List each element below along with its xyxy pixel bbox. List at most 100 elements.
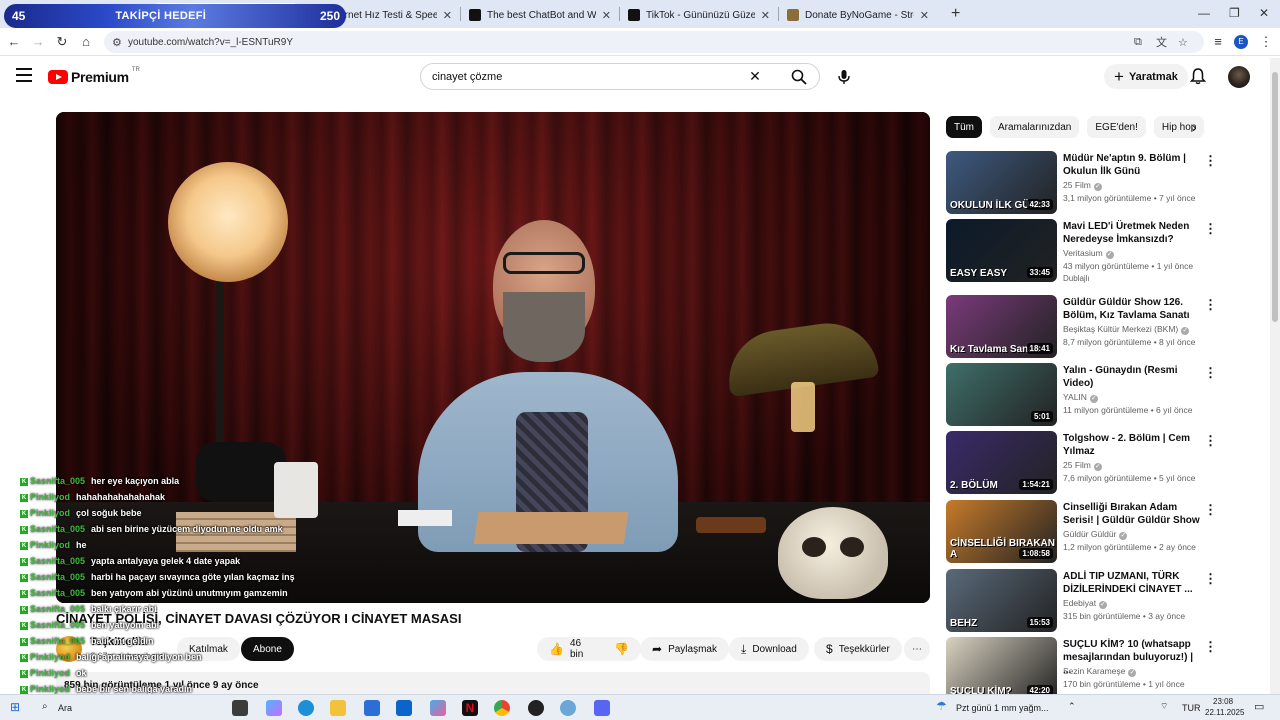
like-count[interactable]: 46 bin — [570, 638, 596, 660]
video-thumbnail[interactable]: OKULUN İLK GÜNÜ 42:33 — [946, 151, 1057, 214]
like-icon[interactable]: 👍 — [549, 642, 564, 656]
tray-chevron-icon[interactable]: ⌃ — [1068, 701, 1076, 712]
video-player[interactable] — [56, 112, 930, 603]
channel-name[interactable]: TeşkiKolik — [90, 636, 144, 648]
recommended-channel[interactable]: 25 Film ✓ — [1063, 460, 1102, 471]
more-vertical-icon[interactable]: ⋮ — [1204, 297, 1217, 313]
minimize-icon[interactable]: — — [1198, 6, 1210, 20]
home-icon[interactable]: ⌂ — [74, 34, 98, 49]
recommended-channel[interactable]: YALIN ✓ — [1063, 392, 1098, 403]
video-thumbnail[interactable]: SUÇLU KİM? 42:20 — [946, 637, 1057, 700]
video-thumbnail[interactable]: EASY EASY 33:45 — [946, 219, 1057, 282]
obs-icon[interactable] — [528, 700, 544, 716]
recommended-channel[interactable]: Edebiyat ✓ — [1063, 598, 1108, 609]
weather-icon[interactable]: ☂ — [936, 699, 947, 713]
recommended-channel[interactable]: Veritasium ✓ — [1063, 248, 1114, 259]
filter-chip[interactable]: EGE'den! — [1087, 116, 1146, 138]
browser-tab[interactable]: The best ChatBot and Widgets✕ — [461, 3, 619, 27]
recommended-title[interactable]: Yalın - Günaydın (Resmi Video) — [1063, 364, 1203, 390]
discord-icon[interactable] — [594, 700, 610, 716]
video-thumbnail[interactable]: 2. BÖLÜM 1:54:21 — [946, 431, 1057, 494]
more-vertical-icon[interactable]: ⋮ — [1204, 221, 1217, 237]
site-info-icon[interactable]: ⚙ — [112, 36, 122, 49]
download-button[interactable]: ⤓ Download — [729, 637, 809, 661]
taskbar-search-icon[interactable]: ⌕ — [42, 701, 48, 712]
clear-search-icon[interactable]: ✕ — [745, 68, 765, 85]
browser-tab[interactable]: Donate ByNoGame - Streamer✕ — [779, 3, 937, 27]
recommended-title[interactable]: Cinselliği Bırakan Adam Serisi! | Güldür… — [1063, 501, 1203, 527]
recommended-video[interactable]: Kız Tavlama Sanatı 18:41 Güldür Güldür Sho… — [946, 295, 1266, 359]
youtube-premium-logo[interactable]: Premium TR — [48, 67, 140, 85]
recommended-video[interactable]: OKULUN İLK GÜNÜ 42:33 Müdür Ne'aptın 9. Bö… — [946, 151, 1266, 215]
notifications-bell-icon[interactable] — [1190, 67, 1206, 85]
tab-close-icon[interactable]: ✕ — [755, 9, 770, 22]
filter-chip[interactable]: Tüm — [946, 116, 982, 138]
more-vertical-icon[interactable]: ⋮ — [1204, 502, 1217, 518]
clock-time[interactable]: 23:08 — [1213, 697, 1233, 706]
tray-network-icon[interactable]: ⌔ — [1160, 701, 1168, 712]
weather-text[interactable]: Pzt günü 1 mm yağm... — [956, 703, 1049, 713]
new-tab-button[interactable]: + — [951, 5, 960, 23]
notifications-icon[interactable]: ▭ — [1254, 700, 1264, 713]
create-button[interactable]: + Yaratmak — [1104, 64, 1188, 89]
close-window-icon[interactable]: ✕ — [1259, 6, 1269, 20]
join-button[interactable]: Katılmak — [177, 637, 240, 661]
taskbar-search-label[interactable]: Ara — [58, 703, 72, 713]
back-icon[interactable]: ← — [2, 34, 26, 49]
recommended-title[interactable]: Güldür Güldür Show 126. Bölüm, Kız Tavla… — [1063, 296, 1203, 322]
recommended-video[interactable]: 2. BÖLÜM 1:54:21 Tolgshow - 2. Bölüm | Cem… — [946, 431, 1266, 495]
tab-close-icon[interactable]: ✕ — [437, 9, 452, 22]
video-thumbnail[interactable]: BEHZ 15:53 — [946, 569, 1057, 632]
search-button[interactable] — [777, 64, 819, 89]
thanks-button[interactable]: $ Teşekkürler — [814, 637, 902, 661]
recommended-video[interactable]: SUÇLU KİM? 42:20 SUÇLU KİM? 10 (whatsapp m… — [946, 637, 1266, 701]
profile-avatar[interactable]: E — [1234, 35, 1248, 49]
install-icon[interactable]: ⧉ — [1134, 36, 1142, 49]
tab-close-icon[interactable]: ✕ — [596, 9, 611, 22]
url-input[interactable]: ⚙ youtube.com/watch?v=_l-ESNTuR9Y ⧉ 文 ☆ — [104, 31, 1204, 53]
channel-avatar[interactable] — [56, 636, 82, 662]
share-button[interactable]: ➦ Paylaşmak — [640, 637, 729, 661]
store-icon[interactable] — [364, 700, 380, 716]
task-view-icon[interactable] — [232, 700, 248, 716]
more-vertical-icon[interactable]: ⋮ — [1204, 639, 1217, 655]
reading-list-icon[interactable]: ≡ — [1206, 34, 1230, 49]
recommended-channel[interactable]: Beşiktaş Kültür Merkezi (BKM) ✓ — [1063, 324, 1190, 335]
reload-icon[interactable]: ↻ — [50, 34, 74, 50]
start-icon[interactable]: ⊞ — [10, 700, 20, 714]
more-vertical-icon[interactable]: ⋮ — [1204, 153, 1217, 169]
chrome-icon[interactable] — [494, 700, 510, 716]
recommended-video[interactable]: EASY EASY 33:45 Mavi LED'i Üretmek Neden N… — [946, 219, 1266, 283]
more-vertical-icon[interactable]: ⋮ — [1204, 433, 1217, 449]
voice-search-button[interactable] — [830, 63, 857, 90]
recommended-video[interactable]: CİNSELLİĞİ BIRAKAN A 1:08:58 Cinselliği Bı… — [946, 500, 1266, 564]
recommended-video[interactable]: 5:01 Yalın - Günaydın (Resmi Video) YALIN ✓… — [946, 363, 1266, 427]
netflix-icon[interactable]: N — [462, 700, 478, 716]
translate-icon[interactable]: 文 — [1156, 34, 1167, 50]
outlook-icon[interactable] — [396, 700, 412, 716]
recommended-title[interactable]: Müdür Ne'aptın 9. Bölüm | Okulun İlk Gün… — [1063, 152, 1203, 178]
photos-icon[interactable] — [430, 700, 446, 716]
chevron-right-icon[interactable]: › — [1192, 119, 1197, 135]
tab-close-icon[interactable]: ✕ — [914, 9, 929, 22]
page-scrollbar[interactable] — [1270, 58, 1280, 700]
language-indicator[interactable]: TUR — [1182, 703, 1201, 713]
recommended-video[interactable]: BEHZ 15:53 ADLİ TIP UZMANI, TÜRK DİZİLERİN… — [946, 569, 1266, 633]
video-thumbnail[interactable]: CİNSELLİĞİ BIRAKAN A 1:08:58 — [946, 500, 1057, 563]
edge-icon[interactable] — [298, 700, 314, 716]
recommended-title[interactable]: ADLİ TIP UZMANI, TÜRK DİZİLERİNDEKİ CİNA… — [1063, 570, 1203, 596]
browser-tab[interactable]: TikTok - Gününüzü Güzelleştirin✕ — [620, 3, 778, 27]
restore-icon[interactable]: ❐ — [1229, 6, 1240, 20]
account-avatar[interactable] — [1228, 66, 1250, 88]
video-thumbnail[interactable]: 5:01 — [946, 363, 1057, 426]
bookmark-star-icon[interactable]: ☆ — [1178, 36, 1188, 49]
clock-date[interactable]: 22.11.2025 — [1205, 708, 1244, 717]
filter-chip[interactable]: Aramalarınızdan — [990, 116, 1080, 138]
copilot-icon[interactable] — [266, 700, 282, 716]
recommended-channel[interactable]: 25 Film ✓ — [1063, 180, 1102, 191]
more-vertical-icon[interactable]: ⋮ — [1204, 365, 1217, 381]
settings-app-icon[interactable] — [560, 700, 576, 716]
forward-icon[interactable]: → — [26, 34, 50, 49]
browser-menu-icon[interactable]: ⋮ — [1254, 34, 1278, 50]
file-explorer-icon[interactable] — [330, 700, 346, 716]
